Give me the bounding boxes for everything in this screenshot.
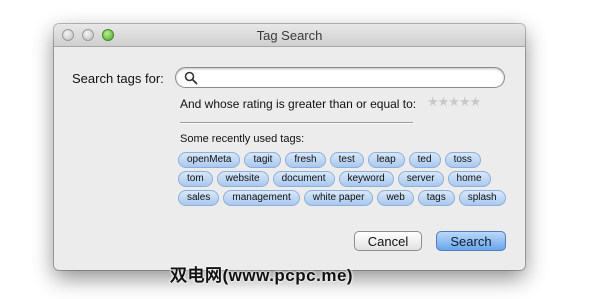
- tag-openmeta[interactable]: openMeta: [178, 152, 241, 168]
- tag-white-paper[interactable]: white paper: [303, 190, 374, 206]
- tag-row: tom website document keyword server home: [178, 171, 518, 187]
- search-input[interactable]: [202, 69, 502, 88]
- tag-test[interactable]: test: [329, 152, 364, 168]
- tag-sales[interactable]: sales: [178, 190, 220, 206]
- tag-home[interactable]: home: [447, 171, 491, 187]
- rating-stars[interactable]: ★★★★★: [427, 94, 481, 110]
- tag-keyword[interactable]: keyword: [338, 171, 394, 187]
- tag-ted[interactable]: ted: [408, 152, 441, 168]
- tag-leap[interactable]: leap: [367, 152, 405, 168]
- recent-tags-label: Some recently used tags:: [180, 133, 305, 145]
- recent-tags-list: openMeta tagit fresh test leap ted toss …: [178, 152, 518, 209]
- tag-web[interactable]: web: [377, 190, 414, 206]
- search-label: Search tags for:: [72, 71, 164, 86]
- tag-row: sales management white paper web tags sp…: [178, 190, 518, 206]
- search-button[interactable]: Search: [436, 231, 506, 251]
- watermark-text: 双电网(www.pcpc.me): [170, 266, 354, 285]
- search-field[interactable]: [175, 67, 505, 88]
- tag-server[interactable]: server: [397, 171, 444, 187]
- cancel-button[interactable]: Cancel: [354, 231, 422, 251]
- window-title: Tag Search: [256, 28, 323, 43]
- tag-website[interactable]: website: [216, 171, 269, 187]
- tag-management[interactable]: management: [223, 190, 300, 206]
- tag-fresh[interactable]: fresh: [285, 152, 326, 168]
- tag-tom[interactable]: tom: [178, 171, 213, 187]
- rating-label: And whose rating is greater than or equa…: [180, 97, 417, 111]
- tag-tags[interactable]: tags: [417, 190, 455, 206]
- divider: [180, 122, 413, 124]
- tag-document[interactable]: document: [272, 171, 335, 187]
- title-bar[interactable]: Tag Search: [54, 24, 525, 47]
- tag-row: openMeta tagit fresh test leap ted toss: [178, 152, 518, 168]
- tag-search-window: Tag Search Search tags for: And whose ra…: [54, 24, 525, 270]
- magnifier-icon: [184, 71, 198, 85]
- tag-splash[interactable]: splash: [458, 190, 506, 206]
- tag-tagit[interactable]: tagit: [244, 152, 282, 168]
- tag-toss[interactable]: toss: [444, 152, 481, 168]
